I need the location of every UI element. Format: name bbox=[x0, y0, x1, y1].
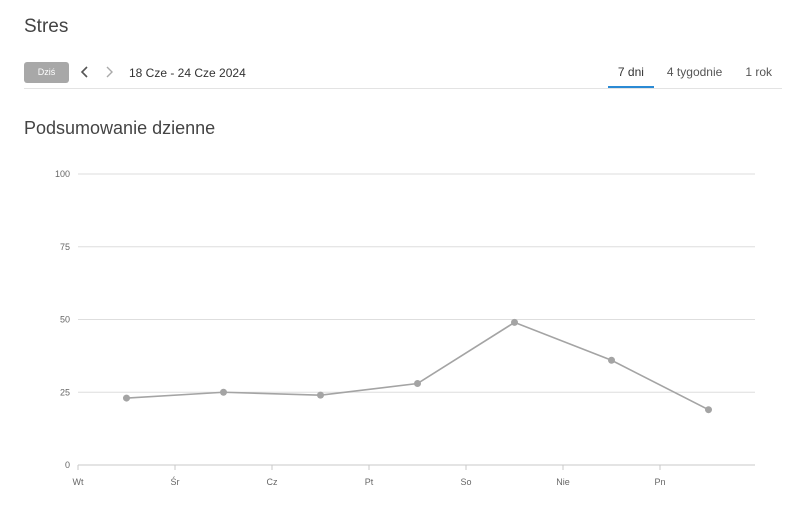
tab-1-year[interactable]: 1 rok bbox=[735, 60, 782, 88]
x-tick-label: Cz bbox=[267, 477, 278, 487]
x-tick-label: Pt bbox=[365, 477, 374, 487]
y-tick-label: 25 bbox=[60, 387, 70, 397]
chevron-left-icon bbox=[80, 66, 88, 78]
stress-series-line bbox=[126, 321, 709, 411]
date-toolbar: Dziś 18 Cze - 24 Cze 2024 7 dni 4 tygodn… bbox=[24, 60, 782, 89]
data-point[interactable] bbox=[414, 380, 421, 388]
chevron-right-icon bbox=[106, 66, 113, 78]
y-tick-label: 100 bbox=[55, 169, 70, 179]
data-point[interactable] bbox=[705, 406, 712, 414]
y-tick-label: 50 bbox=[60, 315, 70, 325]
next-period-button[interactable] bbox=[101, 61, 117, 83]
data-point[interactable] bbox=[317, 391, 324, 399]
stress-line-chart: 0 25 50 75 100 Wt Śr Cz Pt So Nie Pn bbox=[55, 169, 755, 487]
x-tick-label: Pn bbox=[654, 477, 665, 487]
x-tick-label: Wt bbox=[73, 477, 84, 487]
page-title: Stres bbox=[24, 16, 69, 37]
period-tabs: 7 dni 4 tygodnie 1 rok bbox=[605, 60, 782, 88]
tab-4-weeks[interactable]: 4 tygodnie bbox=[657, 60, 732, 88]
y-tick-label: 75 bbox=[60, 242, 70, 252]
previous-period-button[interactable] bbox=[77, 61, 93, 83]
tab-7-days[interactable]: 7 dni bbox=[607, 60, 654, 88]
data-point[interactable] bbox=[511, 318, 518, 326]
daily-summary-title: Podsumowanie dzienne bbox=[24, 118, 216, 138]
data-point[interactable] bbox=[123, 394, 130, 402]
data-point[interactable] bbox=[608, 356, 615, 364]
today-button[interactable]: Dziś bbox=[24, 62, 69, 83]
x-tick-label: Śr bbox=[171, 476, 180, 487]
x-tick-label: So bbox=[460, 477, 471, 487]
data-point[interactable] bbox=[220, 388, 227, 396]
date-range-label: 18 Cze - 24 Cze 2024 bbox=[129, 66, 246, 80]
x-tick-label: Nie bbox=[556, 477, 570, 487]
y-tick-label: 0 bbox=[65, 460, 70, 470]
